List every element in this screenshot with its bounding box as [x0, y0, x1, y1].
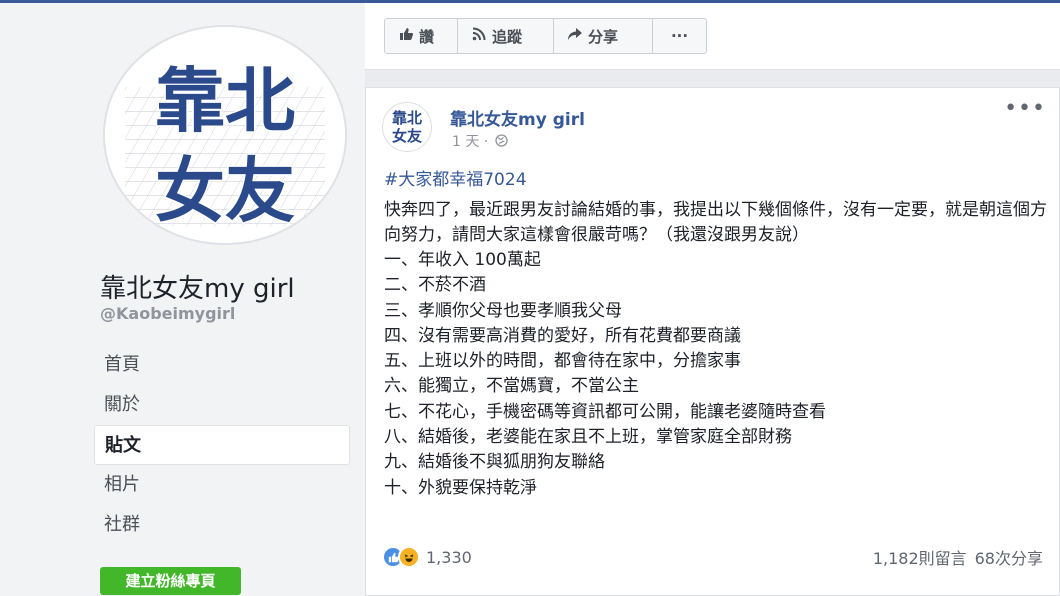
comment-count[interactable]: 1,182則留言 [873, 545, 967, 569]
thumbs-up-icon [399, 27, 414, 45]
avatar-text-line2: 女友 [155, 150, 295, 232]
page-nav: 首頁 關於 貼文 相片 社群 [94, 345, 350, 545]
create-page-button[interactable]: 建立粉絲專頁 [100, 567, 241, 595]
reaction-icons[interactable] [382, 546, 420, 568]
list-item: 七、不花心，手機密碼等資訊都可公開，能讓老婆隨時查看 [384, 401, 826, 422]
more-actions-button[interactable]: ··· [652, 18, 707, 54]
post-avatar-line1: 靠北 [391, 109, 422, 127]
condition-list: 一、年收入 100萬起 二、不菸不酒 三、孝順你父母也要孝順我父母 四、沒有需要… [384, 248, 1049, 501]
list-item: 六、能獨立，不當媽寶，不當公主 [384, 376, 639, 397]
post-intro: 快奔四了，最近跟男友討論結婚的事，我提出以下幾個條件，沒有一定要，就是朝這個方向… [384, 200, 1047, 245]
nav-item-about[interactable]: 關於 [94, 385, 350, 425]
page-name: 靠北女友my girl [100, 274, 295, 304]
follow-label: 追蹤 [492, 27, 523, 46]
share-button[interactable]: 分享 [553, 18, 653, 54]
page-sidebar: 靠北 女友 靠北女友my girl @Kaobeimygirl 首頁 關於 貼文… [0, 3, 365, 596]
post-hashtag[interactable]: #大家都幸福7024 [384, 165, 527, 190]
follow-button[interactable]: 追蹤 [457, 18, 554, 54]
page-avatar[interactable]: 靠北 女友 [103, 25, 347, 245]
post-avatar-line2: 女友 [391, 127, 422, 145]
share-count[interactable]: 68次分享 [975, 545, 1043, 569]
post-author-name[interactable]: 靠北女友my girl [450, 105, 585, 130]
like-label: 讚 [419, 27, 435, 46]
globe-icon [495, 134, 508, 147]
like-page-button[interactable]: 讚 [384, 18, 458, 54]
post-time-text: 1 天 · [452, 134, 489, 150]
nav-item-home[interactable]: 首頁 [94, 345, 350, 385]
haha-reaction-icon [398, 546, 420, 568]
list-item: 十、外貌要保持乾淨 [384, 477, 537, 498]
post-timestamp[interactable]: 1 天 · [452, 131, 508, 151]
avatar-logo-icon: 靠北 女友 [105, 27, 345, 243]
post-body: 快奔四了，最近跟男友討論結婚的事，我提出以下幾個條件，沒有一定要，就是朝這個方向… [384, 198, 1049, 501]
nav-item-community[interactable]: 社群 [94, 505, 350, 545]
list-item: 九、結婚後不與狐朋狗友聯絡 [384, 452, 605, 473]
more-icon: ··· [670, 27, 689, 45]
post-footer: 1,330 1,182則留言 68次分享 [382, 538, 1043, 576]
nav-item-photos[interactable]: 相片 [94, 465, 350, 505]
list-item: 二、不菸不酒 [384, 275, 486, 296]
list-item: 四、沒有需要高消費的愛好，所有花費都要商議 [384, 325, 741, 346]
list-item: 八、結婚後，老婆能在家且不上班，掌管家庭全部財務 [384, 427, 792, 448]
page-handle[interactable]: @Kaobeimygirl [100, 304, 235, 323]
nav-item-posts[interactable]: 貼文 [94, 425, 350, 465]
reaction-count[interactable]: 1,330 [426, 548, 472, 567]
share-arrow-icon [568, 27, 582, 45]
share-label: 分享 [588, 27, 619, 46]
list-item: 一、年收入 100萬起 [384, 250, 541, 270]
post-card: 靠北 女友 靠北女友my girl 1 天 · ••• #大家都幸福7024 快… [365, 87, 1060, 596]
list-item: 五、上班以外的時間，都會待在家中，分擔家事 [384, 351, 741, 372]
rss-icon [472, 27, 486, 45]
avatar-text-line1: 靠北 [155, 60, 295, 142]
post-author-avatar[interactable]: 靠北 女友 [382, 102, 432, 152]
post-options-icon[interactable]: ••• [1004, 96, 1046, 121]
page-action-bar: 讚 追蹤 分享 ··· [365, 3, 1060, 70]
list-item: 三、孝順你父母也要孝順我父母 [384, 300, 622, 321]
